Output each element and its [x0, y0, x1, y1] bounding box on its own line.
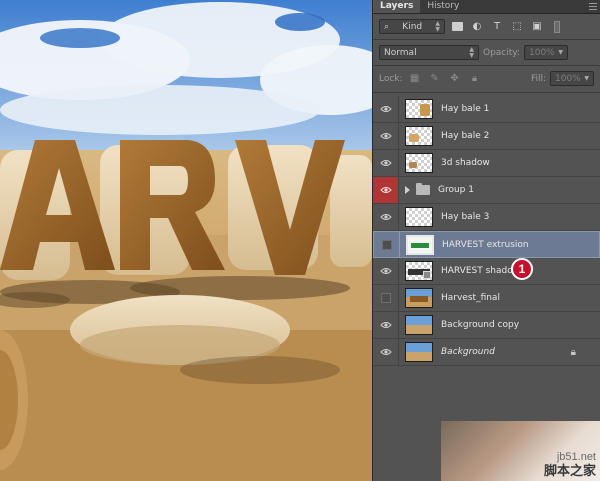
hidden-box-icon	[381, 239, 392, 250]
blend-mode-select[interactable]: Normal ▲ ▼	[379, 45, 479, 60]
panel-menu-icon[interactable]	[586, 0, 600, 13]
fill-label: Fill:	[530, 73, 546, 84]
opacity-field[interactable]: 100% ▼	[524, 45, 568, 60]
harvest-artwork	[0, 0, 372, 481]
visibility-toggle[interactable]	[373, 177, 399, 203]
layers-panel: Layers History ⌕ Kind ▲ ▼ ◐ T ⬚ ▣ Normal …	[372, 0, 600, 481]
opacity-label: Opacity:	[483, 47, 520, 58]
eye-icon	[379, 349, 392, 355]
visibility-toggle[interactable]	[374, 231, 400, 258]
fill-field[interactable]: 100% ▼	[550, 71, 594, 86]
filter-row: ⌕ Kind ▲ ▼ ◐ T ⬚ ▣	[379, 19, 594, 34]
visibility-toggle[interactable]	[373, 123, 399, 149]
visibility-toggle[interactable]	[373, 96, 399, 122]
eye-icon	[379, 214, 392, 220]
layer-thumbnail	[405, 153, 433, 173]
visibility-toggle[interactable]	[373, 258, 399, 284]
layer-name: Harvest_final	[441, 293, 500, 303]
layer-thumbnail	[405, 99, 433, 119]
lock-row: Lock: ▦ ✎ ✥ 🔒︎ Fill: 100% ▼	[379, 71, 594, 86]
expand-triangle-icon[interactable]	[405, 186, 410, 194]
layer-name: Hay bale 1	[441, 104, 490, 114]
lock-all-icon[interactable]: 🔒︎	[467, 71, 483, 86]
layer-thumbnail	[405, 207, 433, 227]
smart-object-filter-icon[interactable]: ▣	[529, 19, 545, 34]
eye-icon	[379, 106, 392, 112]
layer-name: HARVEST shadow	[441, 266, 521, 276]
eye-icon	[379, 322, 392, 328]
eye-icon	[379, 160, 392, 166]
hidden-box-icon	[380, 293, 391, 303]
chevron-down-icon: ▼	[584, 74, 589, 82]
lock-label: Lock:	[379, 73, 403, 84]
layer-row[interactable]: 3d shadow	[373, 150, 600, 177]
layer-thumbnail	[405, 126, 433, 146]
layer-name: Background	[441, 347, 495, 357]
stepper-icon: ▲ ▼	[435, 19, 440, 33]
layer-name: Background copy	[441, 320, 520, 330]
tab-layers[interactable]: Layers	[373, 0, 421, 13]
layer-thumbnail	[406, 234, 434, 255]
folder-icon	[416, 183, 430, 195]
visibility-toggle[interactable]	[373, 204, 399, 230]
layer-thumbnail	[405, 261, 433, 281]
pixel-filter-icon[interactable]	[449, 19, 465, 34]
layer-name: HARVEST extrusion	[442, 239, 529, 250]
visibility-toggle[interactable]	[373, 150, 399, 176]
layer-name: 3d shadow	[441, 158, 490, 168]
layer-row-group[interactable]: Group 1	[373, 177, 600, 204]
visibility-toggle[interactable]	[373, 285, 399, 311]
lock-icon: 🔒︎	[570, 347, 576, 358]
layer-thumbnail	[405, 342, 433, 362]
watermark-brand: 脚本之家	[543, 463, 596, 478]
layer-row[interactable]: Hay bale 1	[373, 96, 600, 123]
visibility-toggle[interactable]	[373, 339, 399, 365]
layer-row-selected[interactable]: HARVEST extrusion	[373, 231, 600, 258]
tab-history[interactable]: History	[420, 0, 466, 13]
layer-name: Hay bale 3	[441, 212, 490, 222]
type-filter-icon[interactable]: T	[489, 19, 505, 34]
layer-row[interactable]: HARVEST shadow	[373, 258, 600, 285]
blend-row: Normal ▲ ▼ Opacity: 100% ▼	[379, 45, 594, 60]
layer-name: Group 1	[438, 185, 474, 195]
eye-icon	[379, 187, 392, 193]
filter-toggle-icon[interactable]	[549, 19, 565, 34]
stepper-icon: ▲ ▼	[469, 45, 474, 59]
eye-icon	[379, 268, 392, 274]
layer-name: Hay bale 2	[441, 131, 490, 141]
lock-transparent-icon[interactable]: ▦	[407, 71, 423, 86]
eye-icon	[379, 133, 392, 139]
layer-row[interactable]: Background copy	[373, 312, 600, 339]
layer-row[interactable]: Harvest_final	[373, 285, 600, 312]
step-badge: 1	[511, 258, 533, 280]
layer-row[interactable]: Hay bale 3	[373, 204, 600, 231]
search-icon: ⌕	[384, 21, 390, 32]
visibility-toggle[interactable]	[373, 312, 399, 338]
layer-row[interactable]: Background 🔒︎	[373, 339, 600, 366]
chevron-down-icon: ▼	[558, 48, 563, 56]
lock-position-icon[interactable]: ✥	[447, 71, 463, 86]
filter-kind-select[interactable]: ⌕ Kind ▲ ▼	[379, 19, 445, 34]
layer-thumbnail	[405, 315, 433, 335]
shape-filter-icon[interactable]: ⬚	[509, 19, 525, 34]
document-canvas[interactable]	[0, 0, 372, 481]
adjustment-filter-icon[interactable]: ◐	[469, 19, 485, 34]
layer-thumbnail	[405, 288, 433, 308]
panel-tabs: Layers History	[373, 0, 600, 14]
lock-image-icon[interactable]: ✎	[427, 71, 443, 86]
layer-row[interactable]: Hay bale 2	[373, 123, 600, 150]
